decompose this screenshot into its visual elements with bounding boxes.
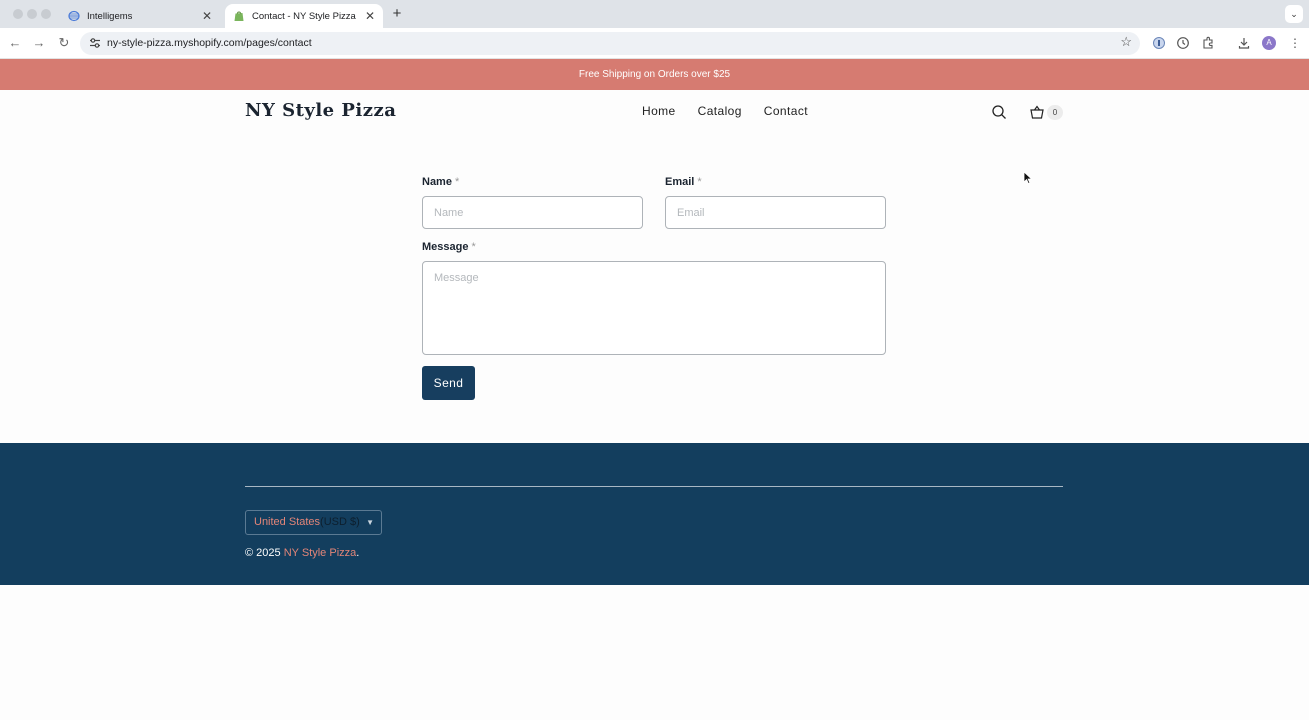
tab-search-chevron-icon[interactable]: ⌄ (1285, 5, 1303, 23)
forward-arrow-icon[interactable]: → (31, 35, 47, 51)
search-icon[interactable] (991, 104, 1007, 120)
required-mark: * (455, 176, 460, 188)
country-currency-selector[interactable]: United States(USD $) ▼ (245, 510, 382, 535)
window-minimize-dot[interactable] (27, 9, 37, 19)
store-header: NY Style Pizza Home Catalog Contact 0 (0, 90, 1309, 136)
nav-contact[interactable]: Contact (764, 104, 808, 118)
footer-divider (245, 486, 1063, 487)
tab-intelligems[interactable]: Intelligems ✕ (60, 4, 220, 28)
cart-basket-icon[interactable] (1029, 104, 1045, 120)
main-nav: Home Catalog Contact (642, 104, 808, 118)
history-clock-icon[interactable] (1175, 35, 1191, 51)
required-mark: * (471, 241, 476, 253)
browser-menu-kebab-icon[interactable]: ⋮ (1289, 34, 1301, 52)
name-field[interactable] (422, 196, 643, 229)
name-label: Name * (422, 176, 460, 188)
profile-avatar[interactable]: A (1262, 36, 1276, 50)
window-close-dot[interactable] (13, 9, 23, 19)
password-manager-icon[interactable] (1151, 35, 1167, 51)
email-label: Email * (665, 176, 702, 188)
extensions-puzzle-icon[interactable] (1200, 35, 1216, 51)
close-icon[interactable]: ✕ (363, 9, 377, 23)
tab-title: Contact - NY Style Pizza (252, 10, 356, 22)
tab-contact[interactable]: Contact - NY Style Pizza ✕ (225, 4, 383, 28)
country-name: United States (254, 516, 321, 528)
address-bar[interactable]: ny-style-pizza.myshopify.com/pages/conta… (80, 32, 1140, 55)
currency-code: (USD $) (320, 516, 360, 528)
bookmark-star-icon[interactable]: ☆ (1120, 34, 1132, 50)
nav-home[interactable]: Home (642, 104, 676, 118)
store-logo[interactable]: NY Style Pizza (245, 100, 396, 121)
reload-icon[interactable]: ↻ (56, 35, 72, 51)
url-text: ny-style-pizza.myshopify.com/pages/conta… (107, 37, 312, 49)
browser-toolbar: ← → ↻ ny-style-pizza.myshopify.com/pages… (0, 28, 1309, 59)
announcement-bar: Free Shipping on Orders over $25 (0, 59, 1309, 90)
email-field[interactable] (665, 196, 886, 229)
nav-catalog[interactable]: Catalog (698, 104, 742, 118)
cart-count-badge: 0 (1047, 105, 1063, 120)
new-tab-icon[interactable]: + (389, 5, 405, 23)
tab-title: Intelligems (87, 10, 133, 22)
copyright-text: © 2025 NY Style Pizza. (245, 547, 360, 559)
send-button[interactable]: Send (422, 366, 475, 400)
message-field[interactable] (422, 261, 886, 355)
shopify-favicon-icon (234, 11, 244, 21)
intelligems-favicon-icon (68, 10, 80, 22)
store-footer: United States(USD $) ▼ © 2025 NY Style P… (0, 443, 1309, 585)
site-settings-icon[interactable] (88, 36, 102, 50)
mouse-cursor-icon (1023, 171, 1033, 185)
chevron-down-icon: ▼ (366, 518, 374, 527)
back-arrow-icon[interactable]: ← (7, 35, 23, 51)
download-icon[interactable] (1236, 35, 1252, 51)
browser-tab-bar: Intelligems ✕ Contact - NY Style Pizza ✕… (0, 0, 1309, 28)
close-icon[interactable]: ✕ (200, 9, 214, 23)
window-zoom-dot[interactable] (41, 9, 51, 19)
message-label: Message * (422, 241, 476, 253)
footer-brand-link[interactable]: NY Style Pizza (284, 547, 357, 559)
required-mark: * (697, 176, 702, 188)
